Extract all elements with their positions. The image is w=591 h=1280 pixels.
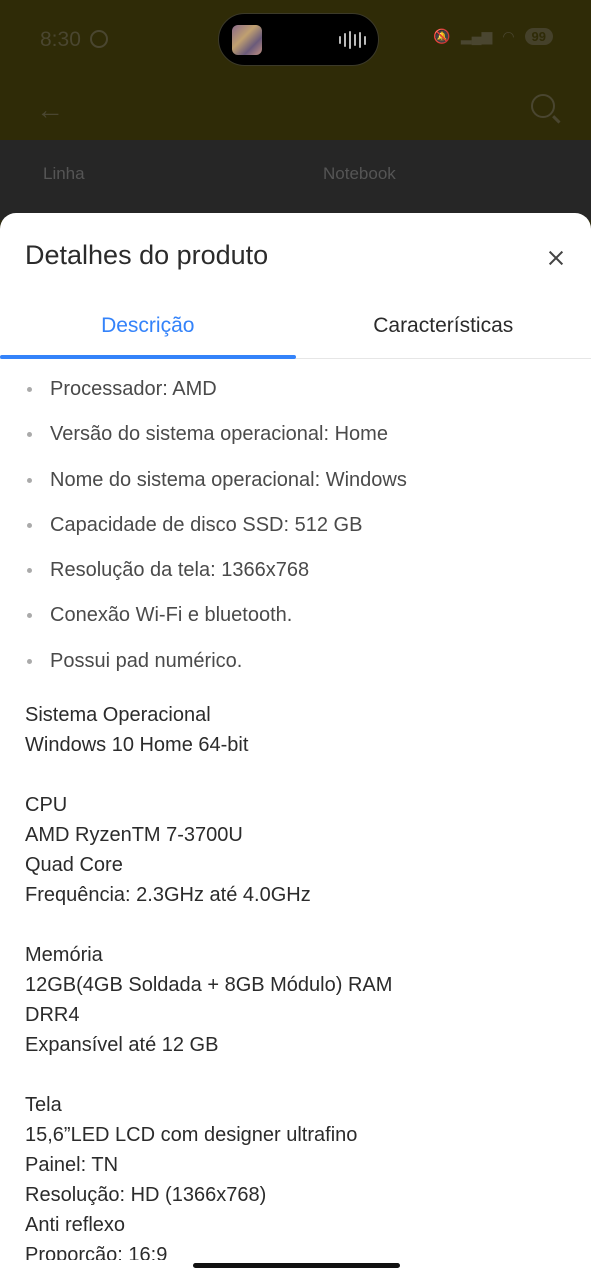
list-item: Nome do sistema operacional: Windows	[0, 466, 591, 511]
spec-line: AMD RyzenTM 7-3700U	[25, 824, 243, 847]
status-time: 8:30	[40, 28, 81, 51]
audio-wave-icon	[339, 30, 366, 50]
spec-line: Windows 10 Home 64-bit	[25, 734, 249, 757]
spec-line: DRR4	[25, 1004, 80, 1027]
back-arrow-icon[interactable]: ←	[36, 94, 64, 126]
status-icons: 🔕 ▂▄▆ ◠ 99	[433, 28, 553, 45]
list-item: Versão do sistema operacional: Home	[0, 420, 591, 465]
list-item: Processador: AMD	[0, 375, 591, 420]
wifi-icon: ◠	[502, 28, 515, 44]
spec-heading: Sistema Operacional	[25, 704, 211, 727]
app-toolbar: ←	[0, 80, 591, 140]
feature-list: Processador: AMD Versão do sistema opera…	[0, 360, 591, 692]
mute-icon: 🔕	[433, 28, 451, 44]
list-item: Possui pad numérico.	[0, 647, 591, 692]
list-item: Conexão Wi-Fi e bluetooth.	[0, 601, 591, 646]
battery-icon: 99	[524, 28, 553, 45]
status-bar: 8:30 🔕 ▂▄▆ ◠ 99	[0, 0, 591, 80]
tab-descricao[interactable]: Descrição	[0, 298, 296, 358]
whatsapp-icon	[90, 30, 108, 48]
background-row-value: Notebook	[323, 164, 396, 183]
dynamic-island[interactable]	[218, 13, 379, 66]
spec-line: Frequência: 2.3GHz até 4.0GHz	[25, 884, 311, 907]
spec-heading: CPU	[25, 794, 68, 817]
product-details-sheet: Detalhes do produto Descrição Caracterís…	[0, 213, 591, 1280]
spec-line: Painel: TN	[25, 1154, 119, 1177]
spec-heading: Tela	[25, 1094, 62, 1117]
list-item: Resolução da tela: 1366x768	[0, 556, 591, 601]
search-icon[interactable]	[531, 94, 555, 118]
home-indicator[interactable]	[193, 1263, 400, 1268]
tab-bar: Descrição Características	[0, 298, 591, 359]
spec-line: Anti reflexo	[25, 1214, 126, 1237]
spec-line: Resolução: HD (1366x768)	[25, 1184, 267, 1207]
spec-line: 15,6”LED LCD com designer ultrafino	[25, 1124, 358, 1147]
tab-caracteristicas[interactable]: Características	[296, 298, 591, 358]
spec-heading: Memória	[25, 944, 103, 967]
media-thumbnail	[232, 25, 262, 55]
spec-line: Quad Core	[25, 854, 123, 877]
description-content[interactable]: Processador: AMD Versão do sistema opera…	[0, 360, 591, 1260]
signal-icon: ▂▄▆	[460, 28, 493, 44]
background-spec-row: Linha Notebook	[0, 140, 591, 220]
background-row-label: Linha	[43, 164, 85, 183]
spec-screen: Tela 15,6”LED LCD com designer ultrafino…	[0, 1090, 591, 1260]
spec-sections: Sistema Operacional Windows 10 Home 64-b…	[0, 700, 591, 1260]
sheet-title: Detalhes do produto	[25, 240, 269, 270]
spec-memory: Memória 12GB(4GB Soldada + 8GB Módulo) R…	[0, 940, 591, 1060]
list-item: Capacidade de disco SSD: 512 GB	[0, 511, 591, 556]
spec-line: 12GB(4GB Soldada + 8GB Módulo) RAM	[25, 974, 393, 997]
spec-line: Expansível até 12 GB	[25, 1034, 219, 1057]
spec-cpu: CPU AMD RyzenTM 7-3700U Quad Core Frequê…	[0, 790, 591, 910]
close-icon[interactable]	[543, 245, 569, 271]
spec-os: Sistema Operacional Windows 10 Home 64-b…	[0, 700, 591, 760]
active-tab-indicator	[0, 355, 296, 359]
spec-line: Proporção: 16:9	[25, 1244, 168, 1260]
